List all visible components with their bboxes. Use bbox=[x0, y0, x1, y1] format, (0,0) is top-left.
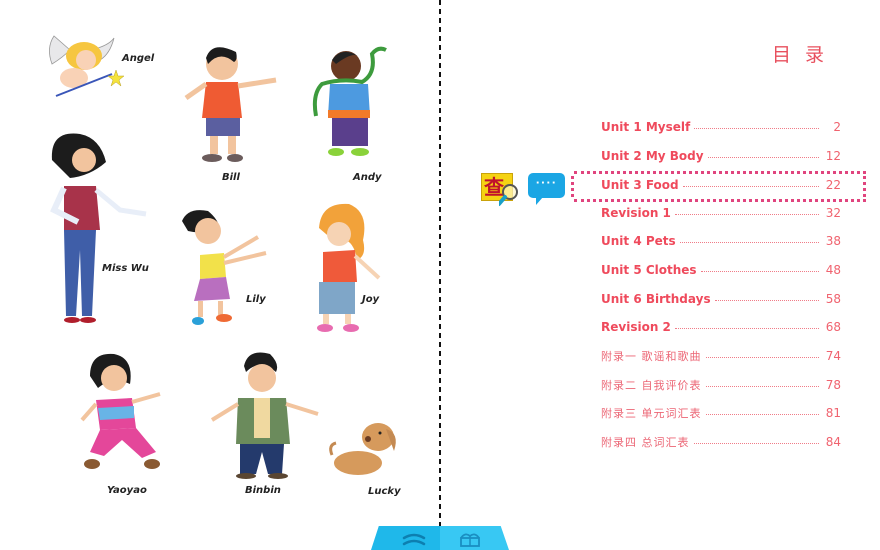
speech-bubble-tail bbox=[536, 197, 543, 205]
character-label-joy: Joy bbox=[362, 294, 380, 305]
binbin-illustration bbox=[210, 352, 319, 479]
character-label-bill: Bill bbox=[222, 172, 240, 183]
toc-leader-dots bbox=[705, 350, 819, 358]
miss-wu-illustration bbox=[50, 133, 147, 323]
andy-illustration bbox=[312, 46, 387, 156]
toc-entry-unit-4[interactable]: Unit 4 Pets 38 bbox=[601, 234, 841, 252]
lily-illustration bbox=[182, 210, 267, 325]
toc-leader-dots bbox=[679, 235, 819, 243]
toc-leader-dots bbox=[705, 407, 819, 415]
bottom-toolbar bbox=[371, 526, 509, 550]
joy-illustration bbox=[317, 203, 381, 332]
lucky-illustration bbox=[329, 423, 396, 475]
toc-entry-revision-1[interactable]: Revision 1 32 bbox=[601, 206, 841, 224]
toc-entry-appendix-4[interactable]: 附录四 总词汇表 84 bbox=[601, 434, 841, 452]
toc-entry-label: 附录一 歌谣和歌曲 bbox=[601, 350, 702, 363]
toc-entry-page: 74 bbox=[825, 349, 841, 363]
character-label-lucky: Lucky bbox=[368, 486, 401, 497]
toc-entry-unit-5[interactable]: Unit 5 Clothes 48 bbox=[601, 263, 841, 281]
expand-menu-button[interactable] bbox=[399, 530, 429, 548]
character-lucky bbox=[328, 415, 403, 480]
toc-leader-dots bbox=[714, 293, 819, 301]
character-label-andy: Andy bbox=[353, 172, 382, 183]
character-bill bbox=[180, 42, 280, 167]
speech-bubble-icon: ···· bbox=[528, 173, 565, 198]
character-andy bbox=[312, 44, 392, 164]
yaoyao-illustration bbox=[80, 353, 161, 469]
toc-entry-appendix-3[interactable]: 附录三 单元词汇表 81 bbox=[601, 405, 841, 423]
toc-entry-page: 38 bbox=[825, 234, 841, 248]
toc-entry-label: 附录二 自我评价表 bbox=[601, 379, 702, 392]
character-label-binbin: Binbin bbox=[245, 485, 281, 496]
toc-title: 目录 bbox=[772, 44, 839, 66]
toc-entry-unit-2[interactable]: Unit 2 My Body 12 bbox=[601, 149, 841, 167]
dictionary-lookup-button[interactable]: 查 bbox=[481, 173, 523, 206]
toc-entry-label: Unit 3 Food bbox=[601, 178, 679, 192]
character-label-yaoyao: Yaoyao bbox=[107, 485, 147, 496]
character-label-lily: Lily bbox=[246, 294, 266, 305]
toc-leader-dots bbox=[682, 179, 819, 187]
chevron-double-up-icon bbox=[402, 533, 426, 546]
toc-entry-page: 48 bbox=[825, 263, 841, 277]
toc-entry-page: 84 bbox=[825, 435, 841, 449]
toc-leader-dots bbox=[693, 436, 819, 444]
toc-entry-label: Revision 2 bbox=[601, 320, 671, 334]
toc-entry-revision-2[interactable]: Revision 2 68 bbox=[601, 320, 841, 338]
toc-leader-dots bbox=[707, 150, 819, 158]
character-joy bbox=[313, 200, 383, 335]
toc-entry-label: Unit 6 Birthdays bbox=[601, 292, 711, 306]
toc-entry-unit-6[interactable]: Unit 6 Birthdays 58 bbox=[601, 292, 841, 310]
character-miss-wu bbox=[50, 130, 150, 325]
toc-entry-label: Unit 1 Myself bbox=[601, 120, 691, 134]
open-book-icon bbox=[460, 533, 480, 547]
character-binbin bbox=[210, 348, 320, 479]
toc-entry-label: Unit 5 Clothes bbox=[601, 263, 697, 277]
toc-entry-label: Unit 2 My Body bbox=[601, 149, 704, 163]
bill-illustration bbox=[184, 47, 277, 162]
character-label-miss-wu: Miss Wu bbox=[102, 263, 149, 274]
toc-entry-page: 58 bbox=[825, 292, 841, 306]
toc-entry-page: 78 bbox=[825, 378, 841, 392]
notes-chat-button[interactable]: ···· bbox=[528, 173, 566, 207]
angel-illustration bbox=[49, 35, 125, 97]
toc-entry-unit-1[interactable]: Unit 1 Myself 2 bbox=[601, 120, 841, 138]
toc-entry-label: 附录四 总词汇表 bbox=[601, 436, 690, 449]
toc-entry-page: 2 bbox=[833, 120, 841, 134]
toc-entry-page: 81 bbox=[825, 406, 841, 420]
textbook-spread: Angel Bill Andy Miss Wu Lily Joy Yaoyao … bbox=[0, 0, 880, 550]
character-angel bbox=[44, 28, 125, 103]
toc-leader-dots bbox=[705, 379, 819, 387]
toc-entry-page: 32 bbox=[825, 206, 841, 220]
bookshelf-button[interactable] bbox=[455, 530, 485, 548]
toc-entry-label: 附录三 单元词汇表 bbox=[601, 407, 702, 420]
toc-leader-dots bbox=[674, 207, 819, 215]
left-page-characters: Angel Bill Andy Miss Wu Lily Joy Yaoyao … bbox=[0, 0, 440, 550]
toc-entry-page: 22 bbox=[825, 178, 841, 192]
toc-entry-label: Revision 1 bbox=[601, 206, 671, 220]
magnifier-icon bbox=[499, 184, 518, 206]
character-lily bbox=[178, 205, 273, 327]
character-label-angel: Angel bbox=[122, 53, 155, 64]
toc-entry-unit-3[interactable]: Unit 3 Food 22 bbox=[601, 178, 841, 196]
character-yaoyao bbox=[80, 348, 172, 478]
toc-entry-page: 68 bbox=[825, 320, 841, 334]
toc-leader-dots bbox=[674, 321, 819, 329]
toc-entry-appendix-2[interactable]: 附录二 自我评价表 78 bbox=[601, 377, 841, 395]
toc-leader-dots bbox=[700, 264, 819, 272]
toc-entry-page: 12 bbox=[825, 149, 841, 163]
toc-entry-appendix-1[interactable]: 附录一 歌谣和歌曲 74 bbox=[601, 348, 841, 366]
toc-entry-label: Unit 4 Pets bbox=[601, 234, 676, 248]
toc-leader-dots bbox=[694, 121, 819, 129]
